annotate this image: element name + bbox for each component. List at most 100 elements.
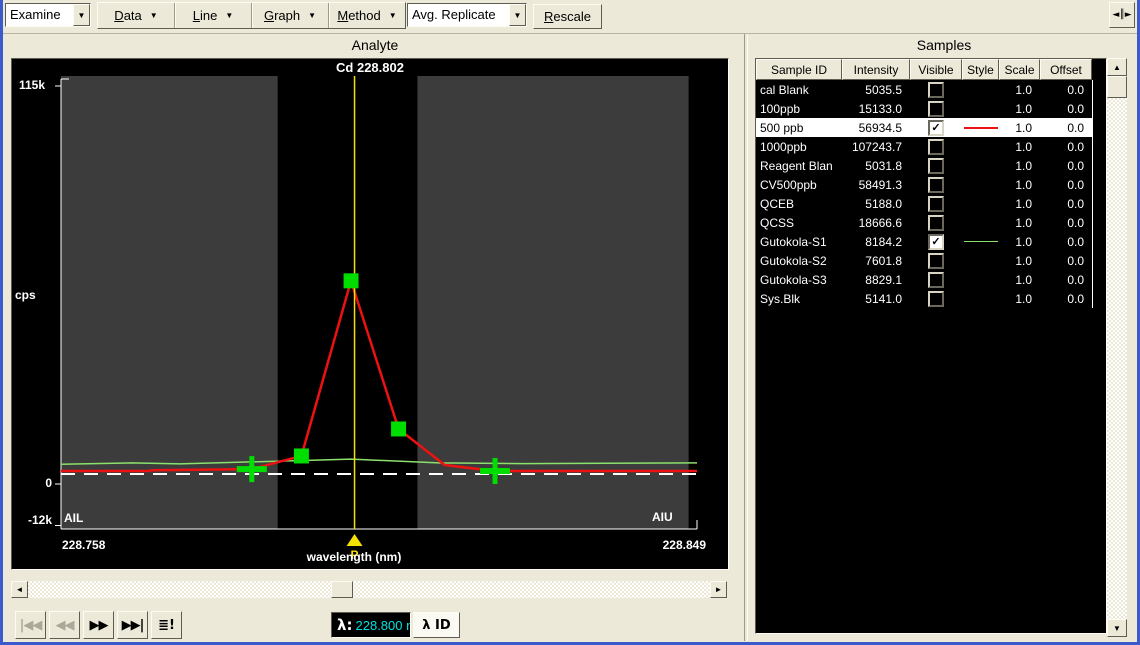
intensity-cell: 8184.2 xyxy=(842,235,910,249)
examine-combo-value: Examine xyxy=(6,4,73,26)
scroll-up-button[interactable]: ▲ xyxy=(1107,58,1127,76)
toolbar: Examine ▼ Data ▼ Line ▼ Graph ▼ Method ▼… xyxy=(3,0,1137,34)
visible-checkbox[interactable] xyxy=(928,158,944,174)
visible-cell xyxy=(910,158,962,174)
visible-checkbox[interactable] xyxy=(928,101,944,117)
splitter-button[interactable]: ◄║► xyxy=(1109,2,1135,28)
visible-checkbox[interactable] xyxy=(928,139,944,155)
sample-id-cell: Gutokola-S3 xyxy=(756,273,842,287)
first-icon: |◀◀ xyxy=(20,618,42,633)
arrow-up-icon: ▲ xyxy=(1113,63,1121,72)
sample-id-cell: Gutokola-S2 xyxy=(756,254,842,268)
column-header-offset[interactable]: Offset xyxy=(1040,59,1092,80)
visible-checkbox[interactable] xyxy=(928,253,944,269)
data-menu-label: Data xyxy=(114,8,141,23)
style-cell xyxy=(962,127,999,129)
graph-menu-button[interactable]: Graph ▼ xyxy=(252,3,329,28)
visible-checkbox[interactable] xyxy=(928,177,944,193)
intensity-cell: 107243.7 xyxy=(842,140,910,154)
next-replicate-button[interactable]: ▶▶ xyxy=(83,611,114,639)
chevron-down-icon[interactable]: ▼ xyxy=(509,4,526,26)
column-header-visible[interactable]: Visible xyxy=(910,59,962,80)
vscroll-track[interactable] xyxy=(1107,98,1127,619)
panel-divider xyxy=(744,34,748,641)
rescale-button[interactable]: Rescale xyxy=(533,4,602,29)
y-tick-zero: 0 xyxy=(36,476,52,490)
hscroll-track[interactable] xyxy=(28,581,710,598)
visible-checkbox[interactable] xyxy=(928,196,944,212)
method-menu-button[interactable]: Method ▼ xyxy=(329,3,405,28)
scale-cell: 1.0 xyxy=(999,197,1040,211)
table-row[interactable]: 1000ppb107243.71.00.0 xyxy=(756,137,1092,156)
offset-cell: 0.0 xyxy=(1040,140,1092,154)
scroll-down-button[interactable]: ▼ xyxy=(1107,619,1127,637)
offset-cell: 0.0 xyxy=(1040,121,1092,135)
y-tick-bottom: -12k xyxy=(14,513,52,527)
plot-area[interactable]: P Cd 228.802 115k cps 0 -12k AIL AIU 228… xyxy=(11,58,729,570)
scale-cell: 1.0 xyxy=(999,273,1040,287)
menu-bar: Data ▼ Line ▼ Graph ▼ Method ▼ xyxy=(97,2,406,29)
x-min-label: 228.758 xyxy=(62,538,105,552)
visible-checkbox[interactable] xyxy=(928,272,944,288)
data-menu-button[interactable]: Data ▼ xyxy=(98,3,175,28)
column-header-intensity[interactable]: Intensity xyxy=(842,59,910,80)
lambda-prefix: λ: xyxy=(337,616,353,634)
intensity-cell: 5188.0 xyxy=(842,197,910,211)
samples-panel-title: Samples xyxy=(748,37,1140,53)
scale-cell: 1.0 xyxy=(999,102,1040,116)
hscroll-thumb[interactable] xyxy=(331,581,353,598)
visible-cell xyxy=(910,139,962,155)
scale-cell: 1.0 xyxy=(999,159,1040,173)
scale-cell: 1.0 xyxy=(999,178,1040,192)
intensity-cell: 5141.0 xyxy=(842,292,910,306)
table-row[interactable]: QCEB5188.01.00.0 xyxy=(756,194,1092,213)
visible-checkbox[interactable] xyxy=(928,215,944,231)
column-header-scale[interactable]: Scale xyxy=(999,59,1040,80)
lambda-id-button[interactable]: λ ID xyxy=(413,612,460,638)
table-row[interactable]: CV500ppb58491.31.00.0 xyxy=(756,175,1092,194)
last-icon: ▶▶| xyxy=(122,618,144,633)
replicate-list-button[interactable]: ≣! xyxy=(151,611,182,639)
visible-checkbox[interactable] xyxy=(928,82,944,98)
offset-cell: 0.0 xyxy=(1040,178,1092,192)
y-axis-unit: cps xyxy=(15,288,36,302)
style-line-sample xyxy=(964,241,998,242)
line-menu-button[interactable]: Line ▼ xyxy=(175,3,252,28)
chevron-down-icon[interactable]: ▼ xyxy=(73,4,90,26)
table-row[interactable]: cal Blank5035.51.00.0 xyxy=(756,80,1092,99)
examine-combo[interactable]: Examine ▼ xyxy=(5,3,91,27)
table-row[interactable]: 100ppb15133.01.00.0 xyxy=(756,99,1092,118)
arrow-left-icon: ◄ xyxy=(16,585,24,594)
x-max-label: 228.849 xyxy=(572,538,706,552)
visible-cell: ✓ xyxy=(910,120,962,136)
visible-checkbox[interactable] xyxy=(928,291,944,307)
vscroll-thumb[interactable] xyxy=(1107,76,1127,98)
table-row[interactable]: 500 ppb56934.5✓1.00.0 xyxy=(756,118,1092,137)
table-row[interactable]: Gutokola-S38829.11.00.0 xyxy=(756,270,1092,289)
column-header-style[interactable]: Style xyxy=(962,59,999,80)
examine-window: Examine ▼ Data ▼ Line ▼ Graph ▼ Method ▼… xyxy=(0,0,1140,645)
scale-cell: 1.0 xyxy=(999,292,1040,306)
scroll-right-button[interactable]: ► xyxy=(710,581,727,598)
offset-cell: 0.0 xyxy=(1040,83,1092,97)
scroll-left-button[interactable]: ◄ xyxy=(11,581,28,598)
table-row[interactable]: Gutokola-S27601.81.00.0 xyxy=(756,251,1092,270)
previous-replicate-button[interactable]: ◀◀ xyxy=(49,611,80,639)
chevron-down-icon: ▼ xyxy=(308,11,316,20)
replicate-combo[interactable]: Avg. Replicate ▼ xyxy=(407,3,527,27)
visible-checkbox[interactable]: ✓ xyxy=(928,234,944,250)
chevron-down-icon: ▼ xyxy=(150,11,158,20)
offset-cell: 0.0 xyxy=(1040,216,1092,230)
last-replicate-button[interactable]: ▶▶| xyxy=(117,611,148,639)
table-row[interactable]: Sys.Blk5141.01.00.0 xyxy=(756,289,1092,308)
column-header-sample-id[interactable]: Sample ID xyxy=(756,59,842,80)
arrow-right-icon: ► xyxy=(715,585,723,594)
table-row[interactable]: Reagent Blan5031.81.00.0 xyxy=(756,156,1092,175)
visible-checkbox[interactable]: ✓ xyxy=(928,120,944,136)
table-row[interactable]: QCSS18666.61.00.0 xyxy=(756,213,1092,232)
x-axis-label: wavelength (nm) xyxy=(234,550,474,564)
samples-table-header: Sample ID Intensity Visible Style Scale … xyxy=(756,59,1106,80)
sample-id-cell: Gutokola-S1 xyxy=(756,235,842,249)
table-row[interactable]: Gutokola-S18184.2✓1.00.0 xyxy=(756,232,1092,251)
first-replicate-button[interactable]: |◀◀ xyxy=(15,611,46,639)
